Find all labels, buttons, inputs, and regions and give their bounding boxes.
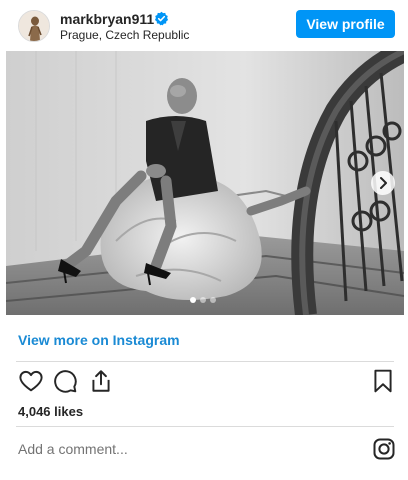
share-icon[interactable] — [88, 368, 114, 394]
post-photo — [6, 51, 404, 315]
bookmark-icon[interactable] — [370, 368, 396, 394]
carousel-dot — [200, 297, 206, 303]
carousel-dot — [210, 297, 216, 303]
next-image-button[interactable] — [371, 171, 395, 195]
carousel-indicator — [190, 297, 220, 303]
location-link[interactable]: Prague, Czech Republic — [60, 28, 189, 42]
username[interactable]: markbryan911 — [60, 11, 154, 27]
comment-icon[interactable] — [52, 368, 78, 394]
post-image[interactable] — [6, 51, 404, 315]
divider — [16, 426, 394, 427]
instagram-logo-icon[interactable] — [372, 437, 396, 461]
heart-icon[interactable] — [18, 368, 44, 394]
chevron-right-icon — [380, 177, 387, 189]
post-header: markbryan911 Prague, Czech Republic View… — [6, 0, 404, 50]
likes-count[interactable]: 4,046 likes — [18, 404, 83, 419]
divider — [16, 361, 394, 362]
comment-input[interactable]: Add a comment... — [18, 441, 128, 457]
view-more-link[interactable]: View more on Instagram — [18, 332, 180, 348]
verified-badge-icon — [154, 11, 169, 26]
carousel-dot-active — [190, 297, 196, 303]
avatar[interactable] — [18, 10, 50, 42]
view-profile-button[interactable]: View profile — [296, 10, 395, 38]
instagram-embed: markbryan911 Prague, Czech Republic View… — [6, 0, 404, 480]
